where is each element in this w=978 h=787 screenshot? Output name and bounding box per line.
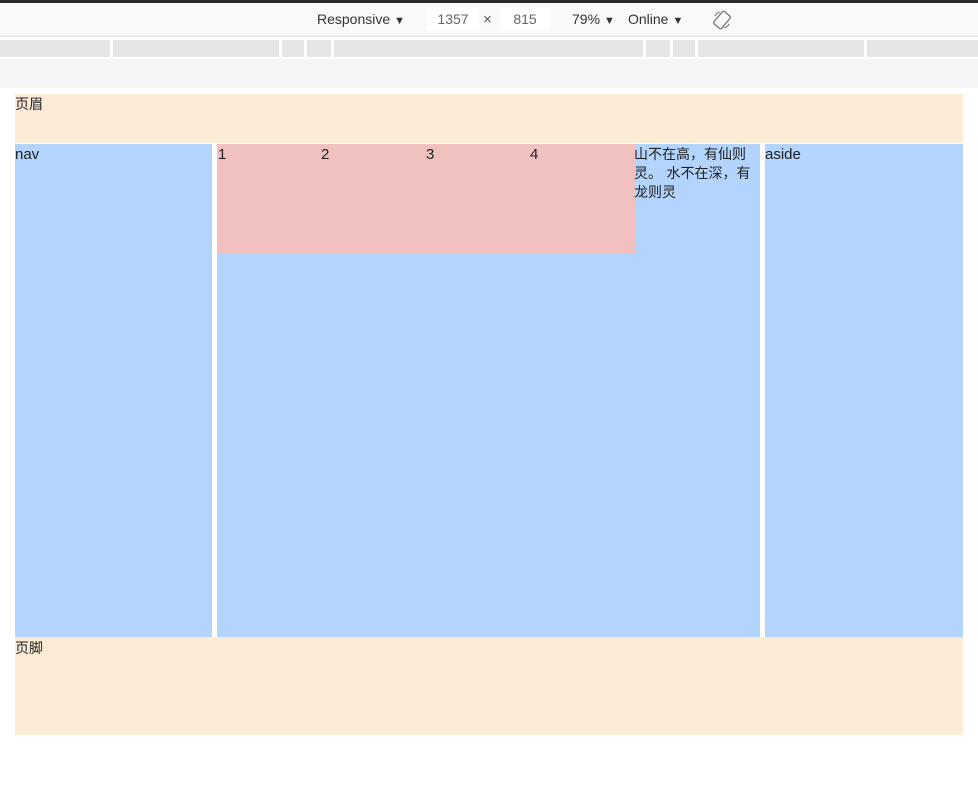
media-query-segment[interactable] [646,40,670,57]
flex-item-4: 4 [530,146,539,163]
flex-item-2: 2 [321,146,330,163]
height-input[interactable]: 815 [500,8,550,31]
media-query-segment[interactable] [698,40,864,57]
width-input[interactable]: 1357 [427,8,479,31]
nav-label: nav [15,146,40,163]
network-label: Online [628,11,669,27]
media-query-segment[interactable] [0,40,110,57]
device-mode-dropdown[interactable]: Responsive ▼ [317,3,405,36]
aside-label: aside [765,146,801,163]
media-query-segment[interactable] [282,40,304,57]
header-label: 页眉 [15,97,43,113]
flex-item-1: 1 [218,146,227,163]
media-query-segment[interactable] [334,40,643,57]
device-toolbar: Responsive ▼ 1357 × 815 79% ▼ Online ▼ [0,3,978,37]
page-footer [15,637,963,735]
ruler-area [0,59,978,88]
zoom-dropdown[interactable]: 79% ▼ [572,3,615,36]
media-query-segment[interactable] [867,40,978,57]
times-icon: × [483,11,492,28]
zoom-label: 79% [572,11,601,27]
flex-item-3: 3 [426,146,435,163]
media-query-segment[interactable] [113,40,279,57]
nav-column [15,144,212,637]
media-query-segment[interactable] [673,40,695,57]
page-viewport: 页眉 nav 1 2 3 4 山不在高，有仙则灵。 水不在深，有龙则灵 asid… [0,88,978,787]
aside-column [765,144,963,637]
poem-text: 山不在高，有仙则灵。 水不在深，有龙则灵 [634,147,751,201]
network-throttle-dropdown[interactable]: Online ▼ [628,3,683,36]
caret-down-icon: ▼ [394,15,406,27]
rotate-icon[interactable] [712,10,732,30]
caret-down-icon: ▼ [604,15,615,27]
media-query-bar [0,38,978,59]
footer-label: 页脚 [15,641,43,657]
media-query-segment[interactable] [307,40,331,57]
device-mode-label: Responsive [317,11,391,27]
caret-down-icon: ▼ [672,15,684,27]
page-header [15,94,963,143]
